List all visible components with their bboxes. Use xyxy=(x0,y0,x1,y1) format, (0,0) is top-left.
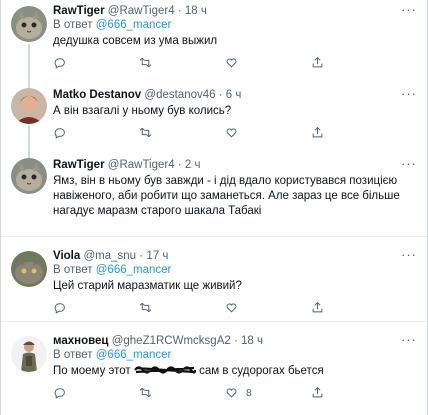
mention-link[interactable]: @666_mancer xyxy=(96,349,172,361)
author-name[interactable]: Viola xyxy=(53,250,80,262)
more-icon[interactable]: ··· xyxy=(401,2,417,17)
avatar[interactable] xyxy=(11,6,47,42)
reply-context: В ответ @666_mancer xyxy=(53,18,428,32)
retweet-button[interactable] xyxy=(139,56,152,69)
tweet-1[interactable]: RawTiger @RawTiger4 · 18 ч ··· В ответ @… xyxy=(1,0,428,84)
censored-word xyxy=(134,366,196,376)
tweet-text-after: сам в судорогах бьется xyxy=(199,365,324,377)
timeline: RawTiger @RawTiger4 · 18 ч ··· В ответ @… xyxy=(0,0,428,415)
tweet-header: махновец @gheZ1RCWmcksgA2 · 18 ч xyxy=(53,335,263,347)
author-handle[interactable]: @RawTiger4 xyxy=(108,159,175,171)
tweet-header: Matko Destanov @destanov46 · 6 ч xyxy=(53,89,242,101)
reply-button[interactable] xyxy=(53,386,66,399)
more-icon[interactable]: ··· xyxy=(401,86,417,101)
like-icon xyxy=(226,58,237,68)
reply-icon xyxy=(54,388,65,399)
author-handle[interactable]: @RawTiger4 xyxy=(108,5,175,17)
tweet-text: По моему этот сам в судорогах бьется xyxy=(53,364,425,379)
author-handle[interactable]: @destanov46 xyxy=(144,89,215,101)
like-button[interactable] xyxy=(225,126,246,139)
action-bar xyxy=(53,301,383,317)
share-button[interactable] xyxy=(311,126,324,139)
author-name[interactable]: RawTiger xyxy=(53,5,105,17)
avatar[interactable] xyxy=(11,158,47,194)
scribble-icon xyxy=(134,366,196,374)
tweet-2[interactable]: Matko Destanov @destanov46 · 6 ч ··· А в… xyxy=(1,84,428,154)
reply-prefix: В ответ xyxy=(53,349,93,361)
thread-line xyxy=(28,126,30,154)
avatar[interactable] xyxy=(11,251,47,287)
reply-context: В ответ @666_mancer xyxy=(53,348,428,362)
reply-icon xyxy=(54,128,65,139)
share-button[interactable] xyxy=(311,56,324,69)
thread-line xyxy=(28,44,30,84)
author-name[interactable]: RawTiger xyxy=(53,159,105,171)
like-button[interactable]: 8 xyxy=(225,386,252,399)
reply-button[interactable] xyxy=(53,301,66,314)
share-icon xyxy=(312,386,323,398)
like-button[interactable] xyxy=(225,56,246,69)
tweet-text: Ямз, він в ньому був завжди - і дід вдал… xyxy=(53,175,400,217)
author-handle[interactable]: @gheZ1RCWmcksgA2 xyxy=(112,335,231,347)
like-icon xyxy=(226,303,237,313)
timestamp[interactable]: 18 ч xyxy=(241,335,263,347)
share-button[interactable] xyxy=(311,386,324,399)
share-icon xyxy=(312,56,323,68)
more-icon[interactable]: ··· xyxy=(401,332,417,347)
author-name[interactable]: махновец xyxy=(53,335,109,347)
tweet-text: дедушка совсем из ума выжил xyxy=(53,35,218,47)
mention-link[interactable]: @666_mancer xyxy=(96,264,172,276)
avatar[interactable] xyxy=(11,336,47,372)
tweet-text: Цей старий маразматик ще живий? xyxy=(53,280,242,292)
reply-button[interactable] xyxy=(53,56,66,69)
like-button[interactable] xyxy=(225,301,246,314)
author-handle[interactable]: @ma_snu xyxy=(83,250,136,262)
action-bar xyxy=(53,56,383,72)
action-bar xyxy=(53,126,383,142)
timestamp[interactable]: 6 ч xyxy=(226,89,242,101)
share-icon xyxy=(312,126,323,138)
tweet-header: RawTiger @RawTiger4 · 18 ч xyxy=(53,5,207,17)
timestamp[interactable]: 2 ч xyxy=(185,159,201,171)
retweet-icon xyxy=(139,57,152,68)
author-name[interactable]: Matko Destanov xyxy=(53,89,141,101)
retweet-icon xyxy=(139,387,152,398)
reply-icon xyxy=(54,58,65,69)
tweet-header: Viola @ma_snu · 17 ч xyxy=(53,250,169,262)
reply-icon xyxy=(54,303,65,314)
mention-link[interactable]: @666_mancer xyxy=(96,19,172,31)
avatar[interactable] xyxy=(11,88,47,124)
tweet-text: А він взагалі у ньому був колись? xyxy=(53,105,232,117)
more-icon[interactable]: ··· xyxy=(401,247,417,262)
timestamp[interactable]: 17 ч xyxy=(146,250,168,262)
retweet-button[interactable] xyxy=(139,301,152,314)
reply-context: В ответ @666_mancer xyxy=(53,263,428,277)
tweet-header: RawTiger @RawTiger4 · 2 ч xyxy=(53,159,201,171)
tweet-3[interactable]: RawTiger @RawTiger4 · 2 ч ··· Ямз, він в… xyxy=(1,154,428,236)
like-count: 8 xyxy=(246,386,252,399)
timestamp[interactable]: 18 ч xyxy=(185,5,207,17)
tweet-5[interactable]: махновец @gheZ1RCWmcksgA2 · 18 ч ··· В о… xyxy=(1,322,428,415)
retweet-icon xyxy=(139,302,152,313)
action-bar: 8 xyxy=(53,386,383,402)
reply-prefix: В ответ xyxy=(53,264,93,276)
like-icon xyxy=(226,388,237,398)
retweet-icon xyxy=(139,127,152,138)
tweet-4[interactable]: Viola @ma_snu · 17 ч ··· В ответ @666_ma… xyxy=(1,237,428,321)
more-icon[interactable]: ··· xyxy=(401,156,417,171)
share-icon xyxy=(312,301,323,313)
reply-button[interactable] xyxy=(53,126,66,139)
tweet-text-before: По моему этот xyxy=(53,365,131,377)
reply-prefix: В ответ xyxy=(53,19,93,31)
like-icon xyxy=(226,128,237,138)
share-button[interactable] xyxy=(311,301,324,314)
retweet-button[interactable] xyxy=(139,126,152,139)
retweet-button[interactable] xyxy=(139,386,152,399)
